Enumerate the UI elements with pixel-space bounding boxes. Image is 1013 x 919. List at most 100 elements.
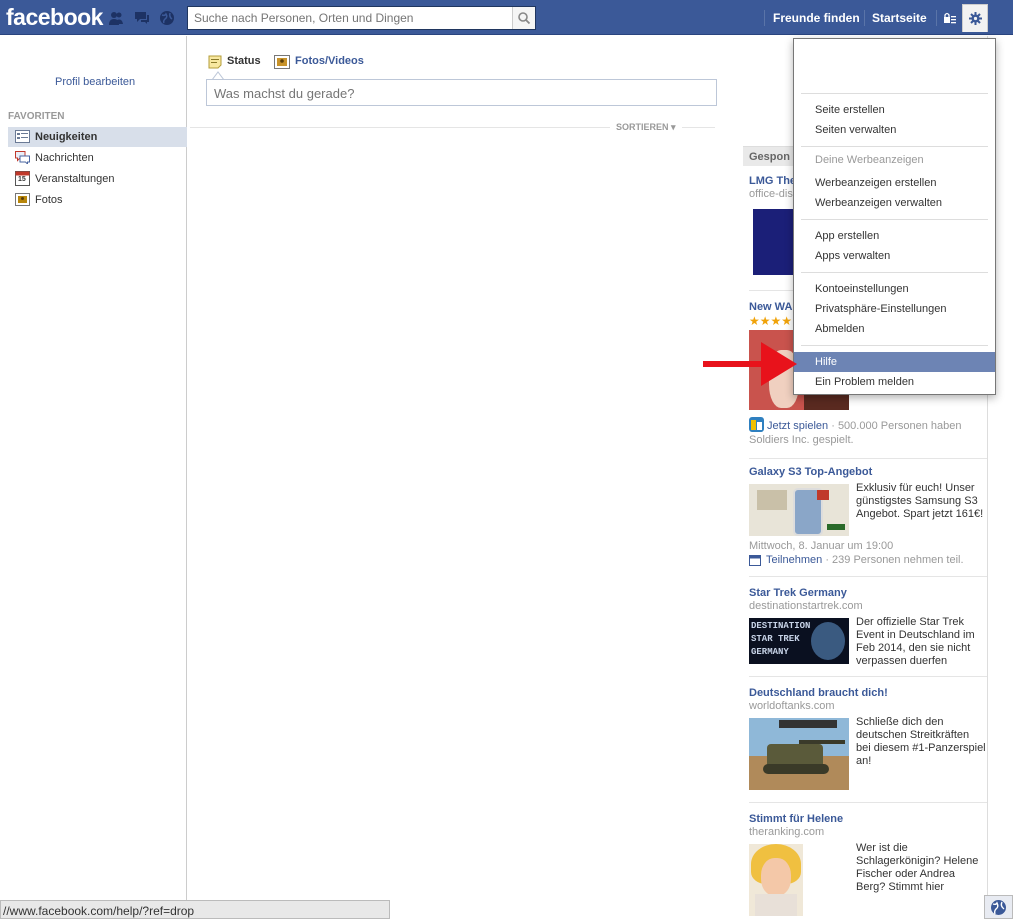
- account-settings-button[interactable]: [962, 4, 988, 32]
- chat-globe-button[interactable]: [984, 895, 1013, 919]
- status-icon: [208, 55, 222, 69]
- ad-title[interactable]: LMG The: [749, 175, 796, 187]
- search-icon: [518, 12, 531, 25]
- ad-domain: theranking.com: [749, 826, 825, 838]
- sponsored-label: Gespon: [749, 151, 790, 163]
- messages-icon[interactable]: [134, 10, 150, 26]
- privacy-shortcuts-icon[interactable]: [943, 12, 957, 24]
- menu-separator: [801, 345, 988, 346]
- sidebar-item-label: Fotos: [35, 194, 63, 206]
- ad-domain: worldoftanks.com: [749, 700, 835, 712]
- menu-separator: [801, 146, 988, 147]
- event-date: Mittwoch, 8. Januar um 19:00: [749, 540, 894, 552]
- menu-item-manage-ads[interactable]: Werbeanzeigen verwalten: [794, 193, 995, 213]
- ad-title[interactable]: Deutschland braucht dich!: [749, 687, 888, 699]
- sidebar-item-label: Nachrichten: [35, 152, 94, 164]
- nav-separator: [764, 10, 765, 26]
- status-input[interactable]: [212, 85, 706, 102]
- menu-item-label: Apps verwalten: [815, 250, 891, 262]
- ad-image[interactable]: DESTINATION STAR TREK GERMANY: [749, 618, 849, 664]
- menu-item-label: Hilfe: [815, 356, 838, 368]
- sort-label: SORTIEREN: [616, 122, 669, 132]
- top-bar: facebook Freunde finden Startseite: [0, 0, 1013, 35]
- photo-video-icon: [274, 55, 290, 69]
- menu-item-label: Ein Problem melden: [815, 376, 915, 388]
- menu-item-label: App erstellen: [815, 230, 880, 242]
- calendar-date-badge: 15: [18, 176, 26, 183]
- event-social-context: Teilnehmen · 239 Personen nehmen teil.: [766, 554, 964, 566]
- menu-item-manage-pages[interactable]: Seiten verwalten: [794, 120, 995, 140]
- sidebar-item-events[interactable]: 15 Veranstaltungen: [8, 169, 187, 189]
- composer-tab-status[interactable]: Status: [227, 55, 261, 67]
- ad-body: Schließe dich den deutschen Streitkräfte…: [856, 716, 986, 767]
- photos-icon: [15, 193, 30, 206]
- sort-button[interactable]: SORTIEREN ▾: [610, 122, 682, 133]
- nav-separator: [864, 10, 865, 26]
- menu-item-account-settings[interactable]: Kontoeinstellungen: [794, 279, 995, 299]
- edit-profile-link[interactable]: Profil bearbeiten: [55, 76, 135, 88]
- ad-rating-stars: ★★★★: [749, 314, 793, 328]
- menu-item-manage-apps[interactable]: Apps verwalten: [794, 246, 995, 266]
- composer-box[interactable]: [206, 79, 717, 106]
- menu-item-label: Kontoeinstellungen: [815, 283, 909, 295]
- friend-requests-icon[interactable]: [108, 10, 124, 26]
- ad-image[interactable]: [749, 718, 849, 790]
- menu-item-your-ads: Deine Werbeanzeigen: [794, 150, 995, 170]
- play-now-link[interactable]: Jetzt spielen: [767, 420, 828, 432]
- ad-separator: [749, 802, 987, 803]
- ad-title[interactable]: Stimmt für Helene: [749, 813, 843, 825]
- menu-item-create-ads[interactable]: Werbeanzeigen erstellen: [794, 173, 995, 193]
- ad-separator: [749, 458, 987, 459]
- menu-item-label: Seite erstellen: [815, 104, 885, 116]
- messages-icon: [15, 151, 30, 164]
- menu-separator: [801, 93, 988, 94]
- menu-item-create-page[interactable]: Seite erstellen: [794, 100, 995, 120]
- facebook-logo[interactable]: facebook: [6, 4, 103, 31]
- menu-item-label: Privatsphäre-Einstellungen: [815, 303, 947, 315]
- ad-body: Exklusiv für euch! Unser günstigstes Sam…: [856, 482, 984, 520]
- chevron-down-icon: ▾: [671, 122, 676, 132]
- ad-body: Der offizielle Star Trek Event in Deutsc…: [856, 616, 975, 667]
- menu-separator: [801, 219, 988, 220]
- search-input[interactable]: [192, 10, 511, 26]
- composer-tab-photos[interactable]: Fotos/Videos: [295, 55, 364, 67]
- globe-icon: [991, 900, 1006, 915]
- ad-meta-text: · 239 Personen nehmen teil.: [825, 554, 964, 566]
- sidebar-item-messages[interactable]: Nachrichten: [8, 148, 187, 168]
- sidebar-item-news-feed[interactable]: Neuigkeiten: [8, 127, 187, 147]
- ad-title[interactable]: Star Trek Germany: [749, 587, 847, 599]
- sidebar-item-label: Veranstaltungen: [35, 173, 115, 185]
- menu-item-create-app[interactable]: App erstellen: [794, 226, 995, 246]
- menu-item-privacy-settings[interactable]: Privatsphäre-Einstellungen: [794, 299, 995, 319]
- menu-item-label: Werbeanzeigen erstellen: [815, 177, 937, 189]
- ad-title[interactable]: New WA: [749, 301, 792, 313]
- menu-item-report-problem[interactable]: Ein Problem melden: [794, 372, 995, 392]
- menu-item-help[interactable]: Hilfe: [794, 352, 995, 372]
- calendar-icon: [749, 555, 761, 566]
- notifications-globe-icon[interactable]: [159, 10, 175, 26]
- ad-title[interactable]: Galaxy S3 Top-Angebot: [749, 466, 872, 478]
- menu-separator: [801, 272, 988, 273]
- favorites-header: FAVORITEN: [8, 111, 65, 122]
- ad-domain: destinationstartrek.com: [749, 600, 863, 612]
- nav-separator: [936, 10, 937, 26]
- ad-domain: office-dis: [749, 188, 793, 200]
- search-box[interactable]: [187, 6, 536, 30]
- left-navigation: Profil bearbeiten FAVORITEN Neuigkeiten …: [0, 36, 187, 919]
- ad-separator: [749, 576, 987, 577]
- home-link[interactable]: Startseite: [872, 11, 927, 25]
- find-friends-link[interactable]: Freunde finden: [773, 11, 860, 25]
- browser-status-bar: //www.facebook.com/help/?ref=drop: [0, 900, 390, 919]
- ad-social-context: Jetzt spielen · 500.000 Personen haben S…: [749, 419, 984, 447]
- gear-icon: [969, 12, 982, 25]
- menu-item-log-out[interactable]: Abmelden: [794, 319, 995, 339]
- menu-item-label: Deine Werbeanzeigen: [815, 154, 924, 166]
- news-feed-icon: [15, 130, 30, 143]
- ad-image[interactable]: [749, 484, 849, 536]
- sidebar-item-photos[interactable]: Fotos: [8, 190, 187, 210]
- search-button[interactable]: [512, 7, 535, 29]
- ad-image[interactable]: [749, 844, 803, 916]
- red-arrow-annotation: [703, 342, 797, 386]
- sidebar-item-label: Neuigkeiten: [35, 131, 98, 143]
- join-event-link[interactable]: Teilnehmen: [766, 554, 822, 566]
